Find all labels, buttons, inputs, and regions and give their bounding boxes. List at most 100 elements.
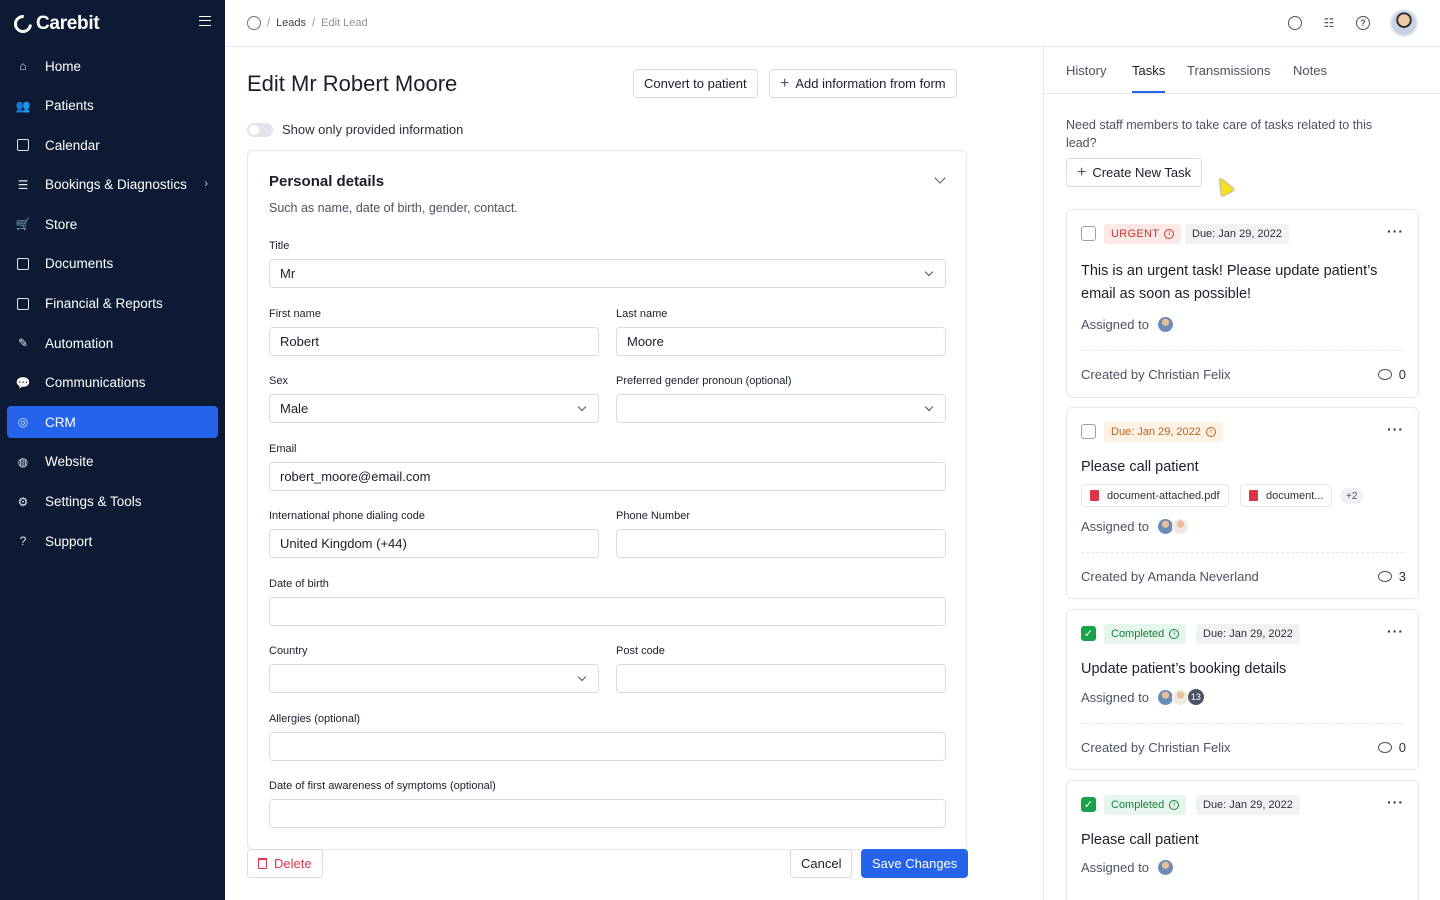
sidebar-item-support[interactable]: ? Support	[7, 525, 218, 557]
provided-info-toggle[interactable]	[247, 122, 273, 137]
comment-icon	[1377, 742, 1392, 753]
chevron-right-icon: ›	[204, 177, 208, 190]
sidebar-item-communications[interactable]: 💬 Communications	[7, 367, 218, 399]
pdf-icon	[1090, 490, 1099, 501]
chevron-down-icon	[924, 267, 934, 277]
divider	[1081, 723, 1404, 724]
list-icon: ☰	[17, 177, 29, 192]
tab-notes[interactable]: Notes	[1293, 63, 1327, 78]
section-title: Personal details	[269, 173, 385, 190]
brand-logo[interactable]: Carebit	[10, 11, 100, 37]
info-icon: i	[1169, 800, 1180, 810]
created-by: Created by Christian Felix	[1081, 740, 1231, 755]
dialing-code-input[interactable]: United Kingdom (+44)	[269, 529, 599, 558]
crm-home-icon[interactable]	[247, 16, 261, 30]
sidebar-item-label: Store	[45, 216, 78, 232]
breadcrumb-leads[interactable]: Leads	[276, 17, 306, 29]
more-options-icon[interactable]: ···	[1387, 624, 1404, 638]
assignee-avatar[interactable]	[1156, 316, 1174, 333]
help-icon[interactable]: ?	[1356, 16, 1370, 30]
top-bar: / Leads / Edit Lead ☷ ?	[225, 0, 1440, 47]
home-icon: ⌂	[19, 59, 27, 73]
divider	[1081, 552, 1404, 553]
tab-tasks[interactable]: Tasks	[1132, 63, 1166, 93]
more-options-icon[interactable]: ···	[1387, 422, 1404, 436]
sidebar-item-label: Settings & Tools	[45, 494, 142, 510]
save-button[interactable]: Save Changes	[861, 849, 969, 878]
country-select[interactable]	[269, 664, 599, 693]
phone-label: Phone Number	[616, 510, 690, 522]
chevron-down-icon[interactable]	[934, 172, 946, 184]
checklist-icon[interactable]: ☷	[1322, 16, 1336, 30]
sidebar-item-bookings[interactable]: ☰ Bookings & Diagnostics ›	[7, 169, 218, 201]
task-checkbox-checked[interactable]: ✓	[1081, 626, 1096, 641]
task-checkbox[interactable]	[1081, 424, 1096, 439]
delete-button[interactable]: Delete	[247, 849, 323, 878]
more-options-icon[interactable]: ···	[1387, 795, 1404, 809]
cancel-button[interactable]: Cancel	[790, 849, 853, 878]
email-field[interactable]: robert_moore@email.com	[269, 462, 946, 491]
allergies-label: Allergies (optional)	[269, 713, 361, 725]
comments-count[interactable]: 0	[1377, 367, 1406, 382]
task-card[interactable]: ✓ Completed i Due: Jan 29, 2022 ··· Plea…	[1066, 780, 1419, 900]
comment-count: 3	[1398, 569, 1406, 584]
sidebar-item-crm[interactable]: ◎ CRM	[7, 406, 218, 439]
menu-toggle-icon[interactable]	[199, 16, 211, 26]
phone-input[interactable]	[616, 529, 946, 558]
task-card[interactable]: URGENT i Due: Jan 29, 2022 ··· This is a…	[1066, 209, 1419, 398]
sidebar-item-documents[interactable]: Documents	[7, 248, 218, 280]
add-information-button[interactable]: + Add information from form	[769, 69, 957, 98]
attachment-chip[interactable]: document...	[1240, 484, 1333, 507]
breadcrumb-separator: /	[267, 17, 271, 29]
assignee-count-badge[interactable]: 13	[1186, 688, 1205, 706]
first-name-label: First name	[269, 308, 321, 320]
user-avatar[interactable]	[1390, 9, 1418, 37]
create-task-button[interactable]: + Create New Task	[1066, 158, 1203, 187]
messages-icon[interactable]	[1288, 16, 1302, 30]
assignee-avatar[interactable]	[1156, 859, 1174, 876]
assignees: Assigned to	[1081, 859, 1174, 876]
post-code-input[interactable]	[616, 664, 946, 693]
comments-count[interactable]: 3	[1377, 569, 1406, 584]
task-title: Please call patient	[1081, 832, 1199, 848]
task-card[interactable]: Due: Jan 29, 2022 i ··· Please call pati…	[1066, 407, 1419, 599]
pronoun-select[interactable]	[616, 394, 946, 423]
sidebar-item-label: Communications	[45, 375, 146, 391]
sidebar-item-home[interactable]: ⌂ Home	[7, 50, 218, 82]
first-name-input[interactable]: Robert	[269, 327, 599, 356]
task-checkbox[interactable]	[1081, 226, 1096, 241]
more-attachments-badge[interactable]: +2	[1340, 488, 1364, 504]
comments-count[interactable]: 0	[1377, 740, 1406, 755]
sidebar-item-automation[interactable]: ✎ Automation	[7, 327, 218, 359]
sidebar-item-settings[interactable]: ⚙ Settings & Tools	[7, 486, 218, 518]
users-icon: 👥	[15, 98, 31, 113]
assignees: Assigned to 13	[1081, 688, 1205, 706]
title-select[interactable]: Mr	[269, 259, 946, 288]
sex-value: Male	[280, 401, 309, 416]
last-name-label: Last name	[616, 308, 668, 320]
task-checkbox-checked[interactable]: ✓	[1081, 797, 1096, 812]
assigned-label: Assigned to	[1081, 519, 1149, 534]
last-name-value: Moore	[627, 334, 664, 349]
task-card[interactable]: ✓ Completed i Due: Jan 29, 2022 ··· Upda…	[1066, 609, 1419, 770]
calendar-icon	[16, 138, 30, 152]
attachment-chip[interactable]: document-attached.pdf	[1081, 484, 1229, 507]
assignee-avatar[interactable]	[1171, 518, 1189, 535]
allergies-input[interactable]	[269, 732, 946, 761]
last-name-input[interactable]: Moore	[616, 327, 946, 356]
email-value: robert_moore@email.com	[280, 469, 431, 484]
convert-to-patient-button[interactable]: Convert to patient	[633, 69, 758, 98]
info-icon: i	[1169, 629, 1180, 639]
symptoms-date-input[interactable]	[269, 799, 946, 828]
dob-input[interactable]	[269, 597, 946, 626]
tab-history[interactable]: History	[1066, 63, 1106, 78]
sidebar-item-patients[interactable]: 👥 Patients	[7, 90, 218, 122]
sidebar-item-financial[interactable]: Financial & Reports	[7, 288, 218, 320]
sidebar-item-store[interactable]: 🛒 Store	[7, 208, 218, 240]
sidebar-item-calendar[interactable]: Calendar	[7, 129, 218, 161]
sex-select[interactable]: Male	[269, 394, 599, 423]
tab-transmissions[interactable]: Transmissions	[1187, 63, 1270, 78]
pdf-icon	[1249, 490, 1258, 501]
sidebar-item-website[interactable]: ◍ Website	[7, 446, 218, 478]
more-options-icon[interactable]: ···	[1387, 224, 1404, 238]
